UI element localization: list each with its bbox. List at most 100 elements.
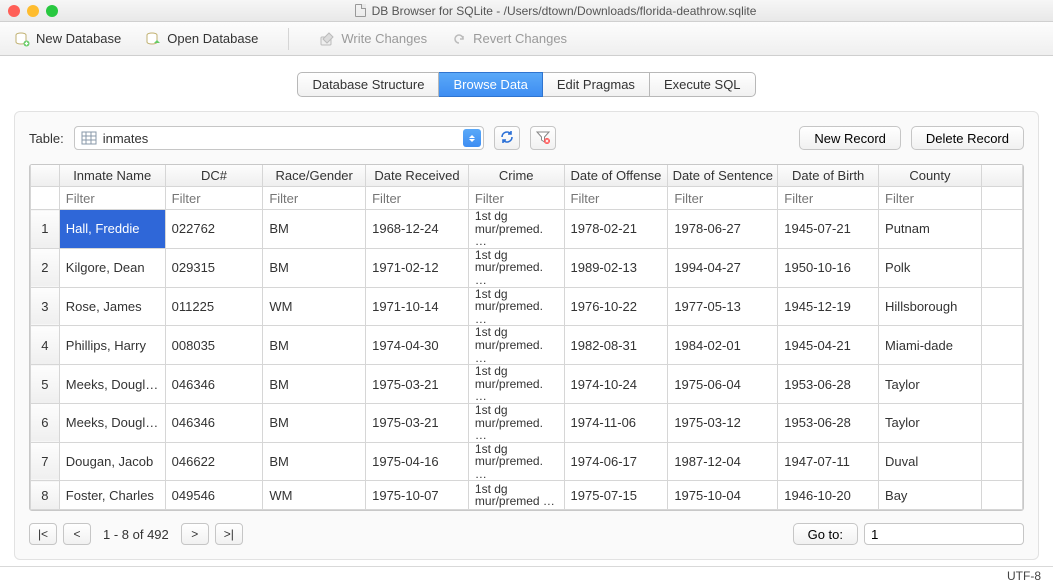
pager-last-button[interactable]: >| [215,523,243,545]
row-number[interactable]: 5 [31,365,60,404]
filter-input[interactable] [166,187,263,209]
cell-date-received[interactable]: 1975-03-21 [366,403,469,442]
cell-inmate-name[interactable]: Phillips, Harry [59,326,165,365]
write-changes-button[interactable]: Write Changes [319,31,427,47]
cell-county[interactable]: Taylor [879,365,982,404]
cell-dc-number[interactable]: 011225 [165,287,263,326]
tab-edit-pragmas[interactable]: Edit Pragmas [543,72,650,97]
cell-dc-number[interactable]: 029315 [165,248,263,287]
cell-date-birth[interactable]: 1950-10-16 [778,248,879,287]
data-grid[interactable]: Inmate Name DC# Race/Gender Date Receive… [29,164,1024,511]
col-header[interactable]: Race/Gender [263,165,366,187]
cell-race-gender[interactable]: BM [263,442,366,481]
cell-inmate-name[interactable]: Hall, Freddie [59,210,165,249]
cell-date-offense[interactable]: 1989-02-13 [564,248,668,287]
table-row[interactable]: 2Kilgore, Dean029315BM1971-02-121st dg m… [31,248,1023,287]
cell-date-birth[interactable]: 1945-07-21 [778,210,879,249]
cell-date-received[interactable]: 1975-03-21 [366,365,469,404]
cell-date-sentence[interactable]: 1984-02-01 [668,326,778,365]
cell-date-offense[interactable]: 1974-10-24 [564,365,668,404]
minimize-window-icon[interactable] [27,5,39,17]
cell-date-received[interactable]: 1975-10-07 [366,481,469,510]
new-database-button[interactable]: New Database [14,31,121,47]
pager-prev-button[interactable]: < [63,523,91,545]
cell-crime[interactable]: 1st dg mur/premed. … [468,326,564,365]
cell-race-gender[interactable]: BM [263,326,366,365]
table-row[interactable]: 7Dougan, Jacob046622BM1975-04-161st dg m… [31,442,1023,481]
cell-date-offense[interactable]: 1978-02-21 [564,210,668,249]
cell-race-gender[interactable]: BM [263,403,366,442]
delete-record-button[interactable]: Delete Record [911,126,1024,150]
goto-input[interactable] [864,523,1024,545]
cell-inmate-name[interactable]: Meeks, Douglas [59,365,165,404]
cell-date-received[interactable]: 1975-04-16 [366,442,469,481]
filter-input[interactable] [263,187,365,209]
cell-inmate-name[interactable]: Kilgore, Dean [59,248,165,287]
cell-race-gender[interactable]: WM [263,481,366,510]
cell-date-received[interactable]: 1968-12-24 [366,210,469,249]
cell-race-gender[interactable]: BM [263,210,366,249]
filter-input[interactable] [879,187,981,209]
tab-database-structure[interactable]: Database Structure [297,72,439,97]
cell-date-received[interactable]: 1971-10-14 [366,287,469,326]
row-number[interactable]: 4 [31,326,60,365]
cell-race-gender[interactable]: BM [263,365,366,404]
cell-date-sentence[interactable]: 1975-10-04 [668,481,778,510]
cell-county[interactable]: Polk [879,248,982,287]
cell-crime[interactable]: 1st dg mur/premed. … [468,248,564,287]
cell-county[interactable]: Taylor [879,403,982,442]
cell-date-sentence[interactable]: 1975-06-04 [668,365,778,404]
cell-date-offense[interactable]: 1982-08-31 [564,326,668,365]
filter-input[interactable] [565,187,668,209]
pager-first-button[interactable]: |< [29,523,57,545]
cell-race-gender[interactable]: WM [263,287,366,326]
revert-changes-button[interactable]: Revert Changes [451,31,567,47]
goto-button[interactable]: Go to: [793,523,858,545]
cell-crime[interactable]: 1st dg mur/premed. … [468,365,564,404]
table-row[interactable]: 3Rose, James011225WM1971-10-141st dg mur… [31,287,1023,326]
pager-next-button[interactable]: > [181,523,209,545]
cell-date-offense[interactable]: 1976-10-22 [564,287,668,326]
cell-dc-number[interactable]: 022762 [165,210,263,249]
cell-date-birth[interactable]: 1953-06-28 [778,365,879,404]
filter-input[interactable] [60,187,165,209]
cell-county[interactable]: Hillsborough [879,287,982,326]
cell-dc-number[interactable]: 046346 [165,365,263,404]
cell-date-sentence[interactable]: 1977-05-13 [668,287,778,326]
cell-crime[interactable]: 1st dg mur/premed. … [468,287,564,326]
cell-date-offense[interactable]: 1975-07-15 [564,481,668,510]
cell-inmate-name[interactable]: Foster, Charles [59,481,165,510]
col-header[interactable]: Date of Sentence [668,165,778,187]
cell-date-birth[interactable]: 1947-07-11 [778,442,879,481]
cell-crime[interactable]: 1st dg mur/premed. … [468,403,564,442]
cell-date-birth[interactable]: 1953-06-28 [778,403,879,442]
cell-crime[interactable]: 1st dg mur/premed … [468,481,564,510]
zoom-window-icon[interactable] [46,5,58,17]
tab-execute-sql[interactable]: Execute SQL [650,72,756,97]
cell-inmate-name[interactable]: Dougan, Jacob [59,442,165,481]
refresh-button[interactable] [494,126,520,150]
cell-dc-number[interactable]: 046622 [165,442,263,481]
cell-crime[interactable]: 1st dg mur/premed. … [468,442,564,481]
table-row[interactable]: 5Meeks, Douglas046346BM1975-03-211st dg … [31,365,1023,404]
cell-date-sentence[interactable]: 1987-12-04 [668,442,778,481]
col-header[interactable]: Date of Offense [564,165,668,187]
tab-browse-data[interactable]: Browse Data [439,72,542,97]
cell-date-sentence[interactable]: 1994-04-27 [668,248,778,287]
table-select[interactable]: inmates [74,126,484,150]
cell-date-offense[interactable]: 1974-11-06 [564,403,668,442]
open-database-button[interactable]: Open Database [145,31,258,47]
table-row[interactable]: 4Phillips, Harry008035BM1974-04-301st dg… [31,326,1023,365]
table-row[interactable]: 1Hall, Freddie022762BM1968-12-241st dg m… [31,210,1023,249]
table-row[interactable]: 8Foster, Charles049546WM1975-10-071st dg… [31,481,1023,510]
row-number[interactable]: 6 [31,403,60,442]
cell-date-birth[interactable]: 1946-10-20 [778,481,879,510]
row-number[interactable]: 1 [31,210,60,249]
col-header[interactable]: Date of Birth [778,165,879,187]
cell-county[interactable]: Bay [879,481,982,510]
cell-dc-number[interactable]: 049546 [165,481,263,510]
col-header[interactable]: DC# [165,165,263,187]
col-header[interactable]: County [879,165,982,187]
cell-inmate-name[interactable]: Rose, James [59,287,165,326]
col-header[interactable]: Inmate Name [59,165,165,187]
